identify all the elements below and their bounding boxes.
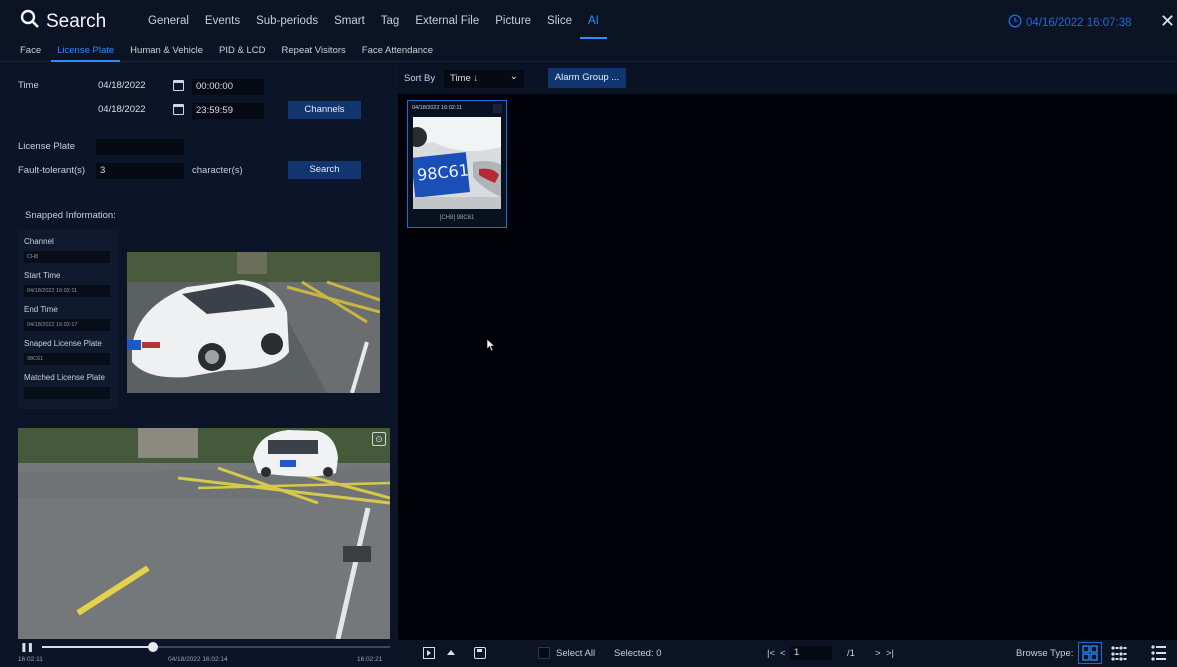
calendar-icon[interactable] [173,80,184,91]
close-icon[interactable]: ✕ [1160,11,1175,32]
snapped-info-heading: Snapped Information: [25,210,116,221]
pause-icon[interactable]: ❚❚ [20,642,34,653]
timeline-current: 04/18/2022 16:02:14 [168,656,228,663]
subtab-license-plate[interactable]: License Plate [51,45,121,62]
tab-slice[interactable]: Slice [547,15,572,27]
fault-tolerant-input[interactable]: 3 [96,163,184,179]
sort-select[interactable]: Time ↓ ⌄ [444,70,524,88]
subtab-pid-lcd[interactable]: PID & LCD [219,45,265,56]
snaped-plate-value: 98C61 [24,353,110,365]
sort-by-label: Sort By [404,73,436,84]
search-icon [20,9,40,35]
system-clock: 04/16/2022 16:07:38 [1008,14,1132,31]
thumbnail-checkbox[interactable] [493,104,502,113]
selected-count: Selected: 0 [614,648,662,659]
first-page-button[interactable]: |< [767,648,775,659]
list-view-icon[interactable] [1150,644,1168,667]
mouse-cursor-icon [486,338,496,352]
progress-fill [42,646,154,648]
page-total: /1 [847,648,855,659]
chevron-down-icon: ⌄ [509,71,518,82]
main-tabs: General Events Sub-periods Smart Tag Ext… [148,15,615,39]
select-all-checkbox[interactable] [538,647,550,659]
last-page-button[interactable]: >| [886,648,894,659]
fault-tolerant-label: Fault-tolerant(s) [18,165,86,176]
channel-value: CH8 [24,251,110,263]
select-all-label[interactable]: Select All [556,648,595,659]
clock-text: 04/16/2022 16:07:38 [1026,16,1132,29]
next-page-button[interactable]: > [875,648,881,659]
subtab-face[interactable]: Face [20,45,41,56]
page-title: Search [20,9,106,35]
calendar-icon[interactable] [173,104,184,115]
time-label: Time [18,80,39,91]
end-time-field[interactable]: 23:59:59 [192,103,264,119]
alarm-group-button[interactable]: Alarm Group ... [548,68,626,88]
subtab-repeat-visitors[interactable]: Repeat Visitors [282,45,346,56]
tab-general[interactable]: General [148,15,189,27]
sub-tab-bar: Face License Plate Human & Vehicle PID &… [0,42,1177,62]
timeline-end: 16:02:21 [357,656,383,663]
result-grid [398,94,1177,639]
search-button[interactable]: Search [288,161,361,179]
snapshot-image [127,252,380,393]
progress-knob[interactable] [148,642,159,652]
end-time-value: 04/18/2022 16:02:17 [24,319,110,331]
matched-plate-value [24,387,110,399]
matched-plate-label: Matched License Plate [24,373,105,382]
timeline-start: 16:02:11 [18,656,43,663]
sort-select-value: Time ↓ [450,73,479,84]
tab-external-file[interactable]: External File [415,15,479,27]
channels-button[interactable]: Channels [288,101,361,119]
start-date-field[interactable]: 04/18/2022 [98,80,146,91]
start-time-field[interactable]: 00:00:00 [192,79,264,95]
tab-events[interactable]: Events [205,15,240,27]
play-selected-icon[interactable] [423,647,435,659]
tab-tag[interactable]: Tag [381,15,400,27]
page-input[interactable]: 1 [790,646,832,660]
save-icon[interactable] [474,647,486,659]
license-plate-input[interactable] [96,139,184,155]
detail-grid-view-icon[interactable] [1110,644,1128,667]
snapped-info-box: Channel CH8 Start Time 04/18/2022 16:02:… [18,229,118,409]
subtab-human-vehicle[interactable]: Human & Vehicle [130,45,203,56]
tab-ai[interactable]: AI [580,15,607,39]
thumbnail-caption: [CH8] 98C61 [439,215,475,221]
tab-smart[interactable]: Smart [334,15,365,27]
snaped-plate-label: Snaped License Plate [24,339,102,348]
subtab-face-attendance[interactable]: Face Attendance [362,45,433,56]
video-playback[interactable]: ⊙ [18,428,390,639]
character-unit-label: character(s) [192,165,243,176]
playback-timeline: ❚❚ 16:02:11 04/18/2022 16:02:14 16:02:21 [0,640,398,667]
result-thumbnail[interactable]: 04/18/2022 16:02:11 98C61 [CH8] 98C61 [407,100,507,228]
thumbnail-time: 04/18/2022 16:02:11 [412,105,463,111]
tab-picture[interactable]: Picture [495,15,531,27]
start-time-value: 04/18/2022 16:02:11 [24,285,110,297]
end-time-label: End Time [24,305,58,314]
progress-track[interactable] [42,642,390,652]
top-bar: Search General Events Sub-periods Smart … [0,0,1177,42]
end-date-field[interactable]: 04/18/2022 [98,104,146,115]
sort-bar: Sort By Time ↓ ⌄ Alarm Group ... [398,62,1177,94]
thumbnail-image: 98C61 [413,117,501,209]
page-title-text: Search [46,11,107,32]
snapshot-icon[interactable]: ⊙ [372,432,386,446]
tab-sub-periods[interactable]: Sub-periods [256,15,318,27]
prev-page-button[interactable]: < [780,648,786,659]
grid-view-icon[interactable] [1078,642,1102,664]
clock-icon [1008,14,1022,31]
expand-up-icon[interactable] [447,650,455,655]
start-time-label: Start Time [24,271,61,280]
browse-type-label: Browse Type: [1016,648,1074,659]
bottom-bar: Select All Selected: 0 |< < 1 /1 > >| Br… [398,640,1177,667]
license-plate-label: License Plate [18,141,76,152]
channel-label: Channel [24,237,54,246]
